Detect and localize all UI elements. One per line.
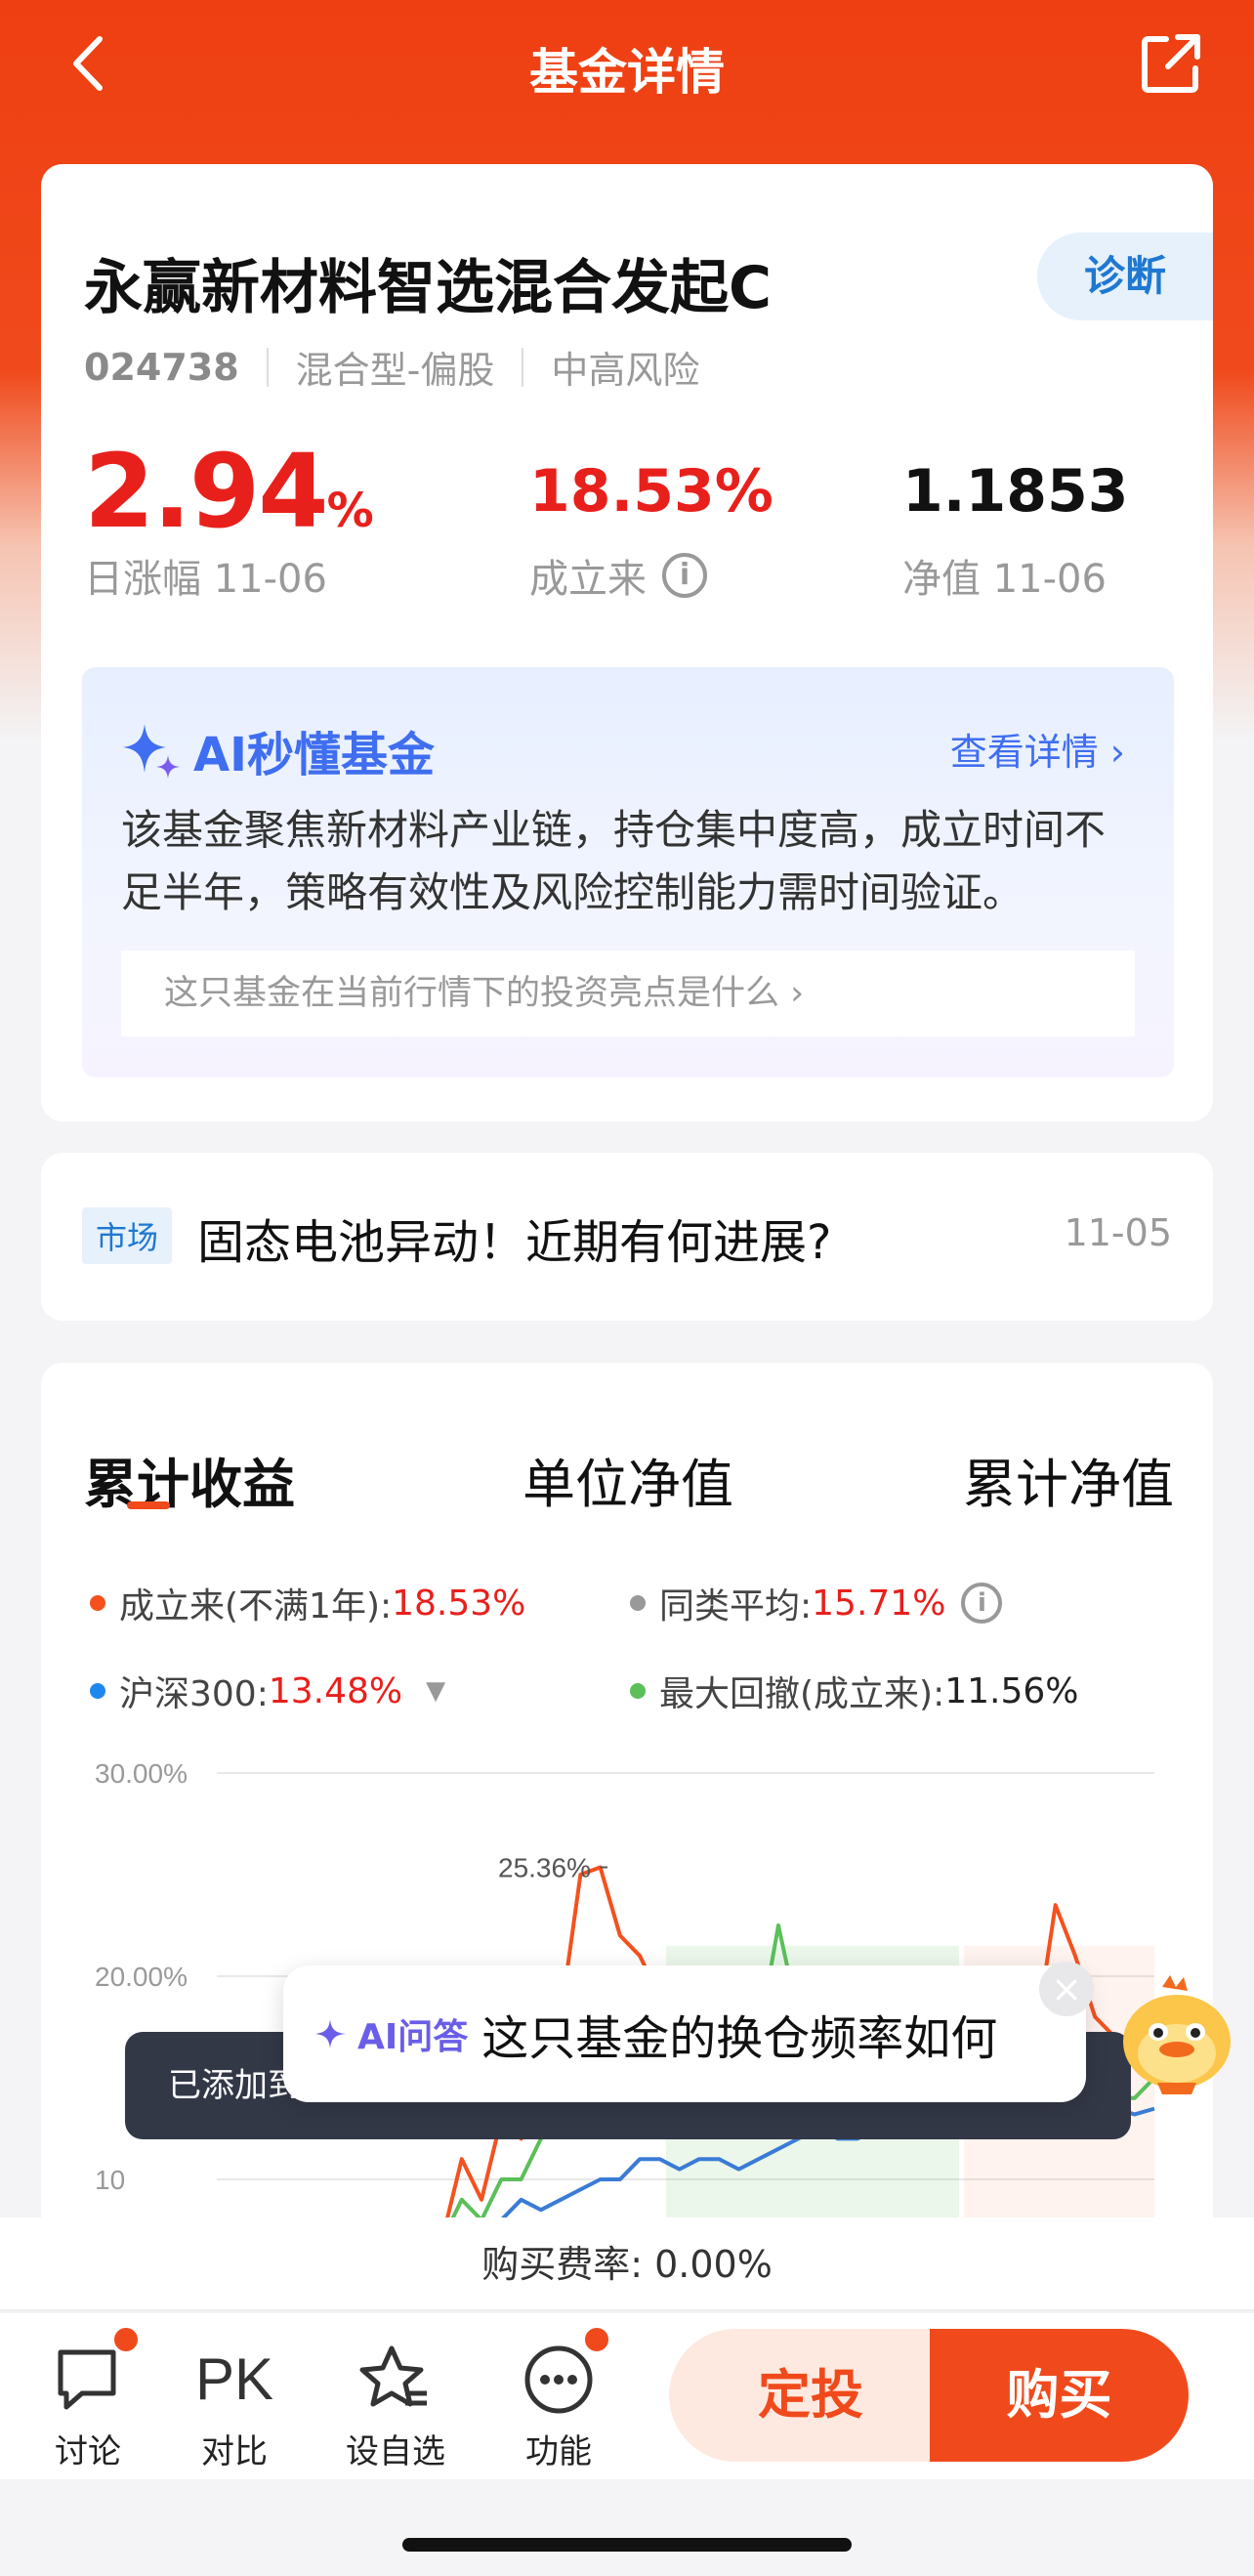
fund-type: 混合型-偏股 [295,349,495,392]
ai-question-text: 这只基金在当前行情下的投资亮点是什么 [164,974,780,1013]
close-icon[interactable]: × [1039,1962,1094,2016]
star-list-icon [359,2345,427,2407]
nav-stat: 1.1853 净值 11-06 [902,438,1129,604]
ai-insight-title: AI秒懂基金 [121,716,435,784]
ai-insight-box: AI秒懂基金 查看详情 › 该基金聚焦新材料产业链，持仓集中度高，成立时间不足半… [82,667,1174,1077]
add-watchlist-button[interactable]: 设自选 [337,2341,454,2472]
buy-button[interactable]: 购买 [930,2329,1189,2462]
day-change-value: 2.94 [84,432,329,551]
legend-peer-label: 同类平均: [659,1586,813,1626]
legend-index-label: 沪深300: [119,1674,269,1714]
auto-invest-button[interactable]: 定投 [669,2329,952,2462]
peak-label: 25.36% [498,1853,591,1883]
ai-insight-title-text: AI秒懂基金 [193,728,436,782]
functions-label: 功能 [525,2432,592,2471]
view-details-link[interactable]: 查看详情 › [950,722,1125,776]
nav-label: 净值 11-06 [902,557,1107,602]
dropdown-caret-icon[interactable]: ▼ [426,1676,445,1706]
bottom-action-bar: 讨论 PK 对比 设自选 功能 定投 购买 [0,2313,1254,2479]
watchlist-label: 设自选 [346,2432,445,2471]
compare-button[interactable]: PK 对比 [176,2341,293,2472]
ai-summary-text: 该基金聚焦新材料产业链，持仓集中度高，成立时间不足半年，策略有效性及风险控制能力… [121,806,1107,916]
news-tag: 市场 [82,1207,173,1264]
sparkle-icon [123,724,180,779]
tab-cumulative-nav[interactable]: 累计净值 [963,1441,1174,1518]
legend-fund: 成立来(不满1年): 18.53% [90,1578,525,1628]
legend-peer: 同类平均: 15.71% i [630,1578,1003,1628]
compare-label: 对比 [201,2432,268,2471]
active-tab-indicator [127,1501,170,1509]
y-tick-label: 30.00% [95,1758,188,1789]
news-title: 固态电池异动！近期有何进展? [197,1215,832,1270]
y-tick-label: 20.00% [95,1962,188,1992]
since-inception-label: 成立来 [529,557,647,602]
tab-unit-nav[interactable]: 单位净值 [522,1441,733,1518]
ai-ask-bubble[interactable]: AI问答 这只基金的换仓频率如何 × [283,1962,1094,2102]
fund-meta: 024738 混合型-偏股 中高风险 [84,340,699,394]
fund-risk: 中高风险 [551,349,700,392]
chat-bubble-icon [58,2349,116,2410]
fund-summary-card: 永赢新材料智选混合发起C 诊断 024738 混合型-偏股 中高风险 2.94%… [41,164,1213,1121]
purchase-fee: 购买费率: 0.00% [0,2217,1254,2311]
day-change-label: 日涨幅 11-06 [84,557,327,602]
navigation-bar: 基金详情 [0,0,1254,147]
info-icon[interactable]: i [961,1583,1003,1624]
legend-drawdown-label: 最大回撤(成立来): [659,1674,945,1714]
y-tick-label: 10 [95,2165,125,2195]
ai-suggested-question[interactable]: 这只基金在当前行情下的投资亮点是什么 › [121,950,1135,1036]
sparkle-icon [316,2019,346,2048]
news-date: 11-05 [1064,1211,1172,1254]
chevron-right-icon: › [779,974,805,1013]
fee-label: 购买费率: [481,2243,643,2286]
ai-ask-question: 这只基金的换仓频率如何 [481,2011,998,2066]
home-indicator [402,2538,852,2552]
divider [266,347,269,387]
view-details-label: 查看详情 [949,731,1099,774]
ai-ask-tag: AI问答 [357,2017,469,2057]
legend-index-value: 13.48% [268,1670,403,1711]
since-inception-stat: 18.53% 成立来 i [529,438,773,604]
divider [522,347,524,387]
fund-code: 024738 [84,345,239,389]
diagnose-button[interactable]: 诊断 [1037,232,1213,320]
pk-icon: PK [195,2346,274,2412]
discuss-button[interactable]: 讨论 [29,2325,146,2472]
legend-dot [90,1595,105,1611]
info-icon[interactable]: i [662,553,707,598]
legend-fund-label: 成立来(不满1年): [119,1586,393,1626]
fund-name: 永赢新材料智选混合发起C [84,254,773,322]
legend-dot [630,1683,646,1699]
legend-dot [630,1595,646,1611]
legend-fund-value: 18.53% [392,1583,526,1624]
day-change-stat: 2.94% 日涨幅 11-06 [84,438,374,604]
tab-cumulative-return[interactable]: 累计收益 [84,1441,295,1518]
legend-drawdown-value: 11.56% [944,1670,1079,1711]
more-icon [524,2345,593,2414]
nav-value: 1.1853 [902,457,1129,526]
news-card[interactable]: 市场 固态电池异动！近期有何进展? 11-05 [41,1153,1213,1321]
legend-dot [90,1683,105,1699]
legend-drawdown: 最大回撤(成立来): 11.56% [630,1666,1079,1716]
since-inception-value: 18.53% [529,457,773,526]
day-change-unit: % [326,484,374,538]
discuss-label: 讨论 [55,2432,121,2471]
chevron-right-icon: › [1098,731,1125,774]
share-icon[interactable] [1137,29,1205,98]
page-title: 基金详情 [529,44,725,101]
mascot-icon[interactable] [1113,1973,1240,2100]
notification-dot [111,2325,141,2354]
functions-button[interactable]: 功能 [500,2325,617,2472]
legend-peer-value: 15.71% [812,1583,946,1624]
legend-index[interactable]: 沪深300: 13.48% ▼ [90,1666,445,1716]
notification-dot [582,2325,611,2354]
fee-value: 0.00% [654,2243,773,2286]
